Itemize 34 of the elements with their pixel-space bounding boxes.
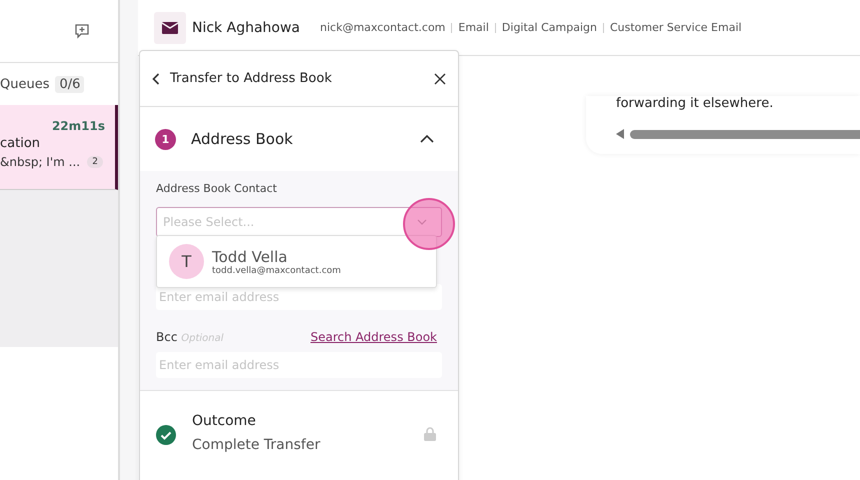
option-name: Todd Vella bbox=[212, 248, 288, 266]
mail-icon bbox=[154, 12, 186, 44]
queues-label: Queues bbox=[0, 76, 50, 92]
scroll-left-icon[interactable] bbox=[616, 129, 624, 139]
avatar: T bbox=[169, 244, 204, 279]
contact-detail: Digital Campaign bbox=[502, 21, 597, 34]
outcome-title: Outcome bbox=[192, 413, 257, 429]
select-placeholder: Please Select... bbox=[163, 215, 254, 229]
contact-detail: Email bbox=[458, 21, 489, 34]
option-email: todd.vella@maxcontact.com bbox=[212, 266, 341, 276]
conversation-time: 22m11s bbox=[52, 119, 106, 133]
search-address-book-link[interactable]: Search Address Book bbox=[310, 330, 437, 344]
chevron-icon[interactable] bbox=[420, 135, 434, 143]
conversation-card[interactable]: 22m11s cation &nbsp; I'm ... 2 bbox=[0, 105, 118, 190]
scrollbar-thumb[interactable] bbox=[630, 130, 860, 138]
panel-title: Transfer to Address Book bbox=[170, 71, 333, 86]
field-label: Address Book Contact bbox=[156, 182, 278, 195]
conversation-title: cation bbox=[0, 136, 42, 151]
contact-detail: nick@maxcontact.com bbox=[320, 21, 446, 34]
conversation-preview: &nbsp; I'm ... bbox=[0, 155, 80, 169]
unread-count: 2 bbox=[87, 156, 103, 168]
contact-name: Nick Aghahowa bbox=[192, 20, 300, 36]
step-number: 1 bbox=[155, 128, 176, 150]
queues-count: 0/6 bbox=[55, 76, 84, 92]
contact-detail: Customer Service Email bbox=[610, 21, 742, 34]
back-icon[interactable] bbox=[152, 72, 160, 84]
step-header[interactable]: 1 Address Book bbox=[140, 107, 458, 171]
click-highlight bbox=[403, 198, 455, 250]
outcome-value: Complete Transfer bbox=[192, 437, 322, 453]
contact-option[interactable]: T Todd Vella todd.vella@maxcontact.com bbox=[157, 236, 436, 287]
close-icon[interactable] bbox=[434, 72, 446, 84]
add-chat-icon[interactable] bbox=[74, 23, 90, 39]
step-title: Address Book bbox=[191, 130, 294, 148]
message-text: forwarding it elsewhere. bbox=[616, 96, 774, 111]
